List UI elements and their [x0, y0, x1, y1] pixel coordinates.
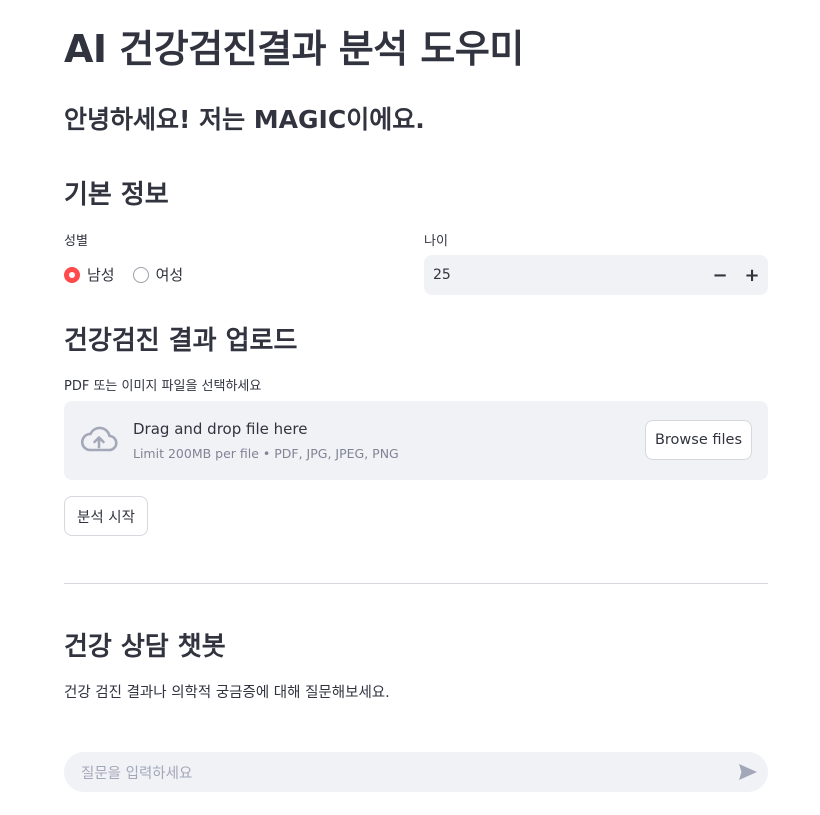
- cloud-upload-icon: [80, 425, 118, 459]
- gender-option-female[interactable]: 여성: [132, 264, 184, 285]
- page-title: AI 건강검진결과 분석 도우미: [64, 27, 524, 71]
- send-icon[interactable]: [728, 752, 768, 792]
- radio-unselected-icon[interactable]: [132, 266, 149, 283]
- basic-info-heading: 기본 정보: [64, 180, 169, 210]
- increment-button[interactable]: +: [736, 255, 768, 295]
- upload-heading: 건강검진 결과 업로드: [64, 326, 298, 356]
- gender-option-male[interactable]: 남성: [64, 264, 115, 285]
- chat-input-bar[interactable]: 질문을 입력하세요: [64, 752, 768, 792]
- file-dropzone[interactable]: Drag and drop file here Limit 200MB per …: [64, 401, 768, 480]
- age-number-input: 25 − +: [424, 255, 768, 295]
- chatbot-heading: 건강 상담 챗봇: [64, 632, 226, 662]
- gender-radio-group: 남성 여성: [64, 264, 183, 285]
- chat-input[interactable]: 질문을 입력하세요: [81, 762, 728, 783]
- decrement-button[interactable]: −: [704, 255, 736, 295]
- gender-label: 성별: [64, 234, 88, 249]
- analyze-start-button[interactable]: 분석 시작: [64, 496, 148, 536]
- section-divider: [64, 583, 768, 584]
- age-label: 나이: [424, 234, 448, 249]
- browse-files-button[interactable]: Browse files: [645, 420, 752, 460]
- gender-option-label: 여성: [155, 266, 184, 284]
- greeting-heading: 안녕하세요! 저는 MAGIC이에요.: [64, 105, 425, 134]
- gender-option-label: 남성: [87, 266, 115, 284]
- upload-label: PDF 또는 이미지 파일을 선택하세요: [64, 379, 262, 394]
- file-limit-text: Limit 200MB per file • PDF, JPG, JPEG, P…: [133, 446, 399, 461]
- chatbot-description: 건강 검진 결과나 의학적 궁금증에 대해 질문해보세요.: [64, 685, 390, 701]
- dropzone-text: Drag and drop file here: [133, 420, 308, 438]
- age-input-value[interactable]: 25: [424, 267, 704, 283]
- radio-selected-icon[interactable]: [64, 266, 80, 283]
